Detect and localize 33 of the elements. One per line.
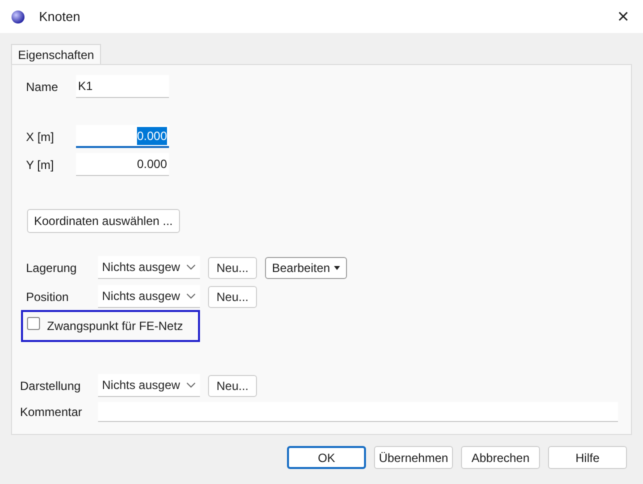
field-label: Name — [26, 78, 60, 96]
edit-button[interactable]: Bearbeiten — [265, 256, 347, 278]
coordinate-field[interactable]: 0.000 — [76, 153, 169, 176]
checkbox-label: Zwangspunkt für FE-Netz — [47, 318, 184, 335]
tab[interactable]: Eigenschaften — [11, 44, 102, 64]
dialog-button[interactable]: Abbrechen — [461, 446, 540, 469]
coordinate-field[interactable]: 0.000 — [76, 125, 169, 148]
new-button[interactable]: Neu... — [208, 256, 257, 278]
field-label: X [m] — [26, 128, 56, 146]
field-label: Y [m] — [26, 156, 55, 174]
select-coordinates-button[interactable]: Koordinaten auswählen ... — [27, 209, 180, 233]
field-label: Lagerung — [26, 260, 78, 276]
field-label: Position — [26, 288, 70, 306]
new-button[interactable]: Neu... — [208, 286, 257, 308]
checkbox[interactable] — [27, 317, 40, 330]
chevron-down-icon — [186, 293, 196, 299]
dialog-button[interactable]: Übernehmen — [374, 446, 453, 469]
comment-field[interactable] — [98, 402, 618, 422]
sphere-icon — [11, 10, 25, 24]
name-field[interactable]: K1 — [76, 75, 169, 98]
caret-icon — [334, 266, 340, 270]
field-label: Kommentar — [20, 404, 84, 421]
window-title: Knoten — [39, 8, 80, 26]
chevron-down-icon — [186, 264, 196, 270]
close-button[interactable]: × — [617, 6, 629, 26]
dropdown[interactable]: Nichts ausgew — [98, 285, 200, 308]
dropdown[interactable]: Nichts ausgew — [98, 256, 200, 279]
field-label: Darstellung — [20, 378, 82, 394]
dropdown[interactable]: Nichts ausgew — [98, 374, 200, 397]
dialog-button[interactable]: Hilfe — [548, 446, 627, 469]
dialog-button[interactable]: OK — [287, 446, 366, 469]
chevron-down-icon — [186, 382, 196, 388]
new-button[interactable]: Neu... — [208, 374, 257, 396]
